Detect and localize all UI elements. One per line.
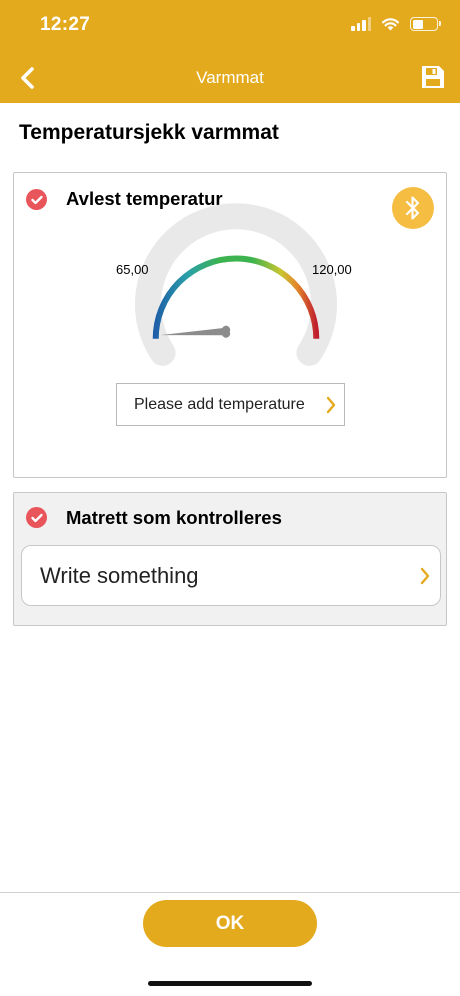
chevron-right-icon: [420, 567, 430, 585]
gauge-max-label: 120,00: [312, 262, 352, 277]
home-indicator: [148, 981, 312, 986]
dish-card-title: Matrett som kontrolleres: [66, 507, 282, 528]
status-icons: [351, 14, 441, 34]
cellular-signal-icon: [351, 17, 371, 31]
chevron-right-icon: [326, 396, 336, 414]
ok-button[interactable]: OK: [143, 900, 317, 947]
battery-icon: [410, 17, 441, 31]
ok-button-label: OK: [215, 912, 245, 934]
wifi-icon: [381, 18, 400, 31]
gauge-min-label: 65,00: [116, 262, 149, 277]
gauge-needle: [160, 325, 231, 338]
temperature-input[interactable]: Please add temperature: [116, 383, 345, 426]
floppy-disk-icon: [422, 66, 444, 88]
temperature-card: Avlest temperatur 65,00 120,00 Please ad…: [13, 172, 447, 478]
dish-input[interactable]: Write something: [21, 545, 441, 606]
temperature-gauge: [135, 203, 337, 366]
footer-divider: [0, 892, 460, 893]
dish-card: Matrett som kontrolleres Write something: [13, 492, 447, 626]
check-circle-icon: [26, 507, 47, 528]
status-time: 12:27: [40, 14, 91, 35]
save-button[interactable]: [420, 64, 446, 92]
nav-title: Varmmat: [196, 68, 264, 87]
temperature-input-placeholder: Please add temperature: [134, 395, 305, 413]
app-header: 12:27 Varmmat: [0, 0, 460, 103]
gauge-color-band: [152, 255, 320, 339]
page-title: Temperatursjekk varmmat: [19, 121, 279, 144]
dish-input-placeholder: Write something: [40, 562, 199, 588]
